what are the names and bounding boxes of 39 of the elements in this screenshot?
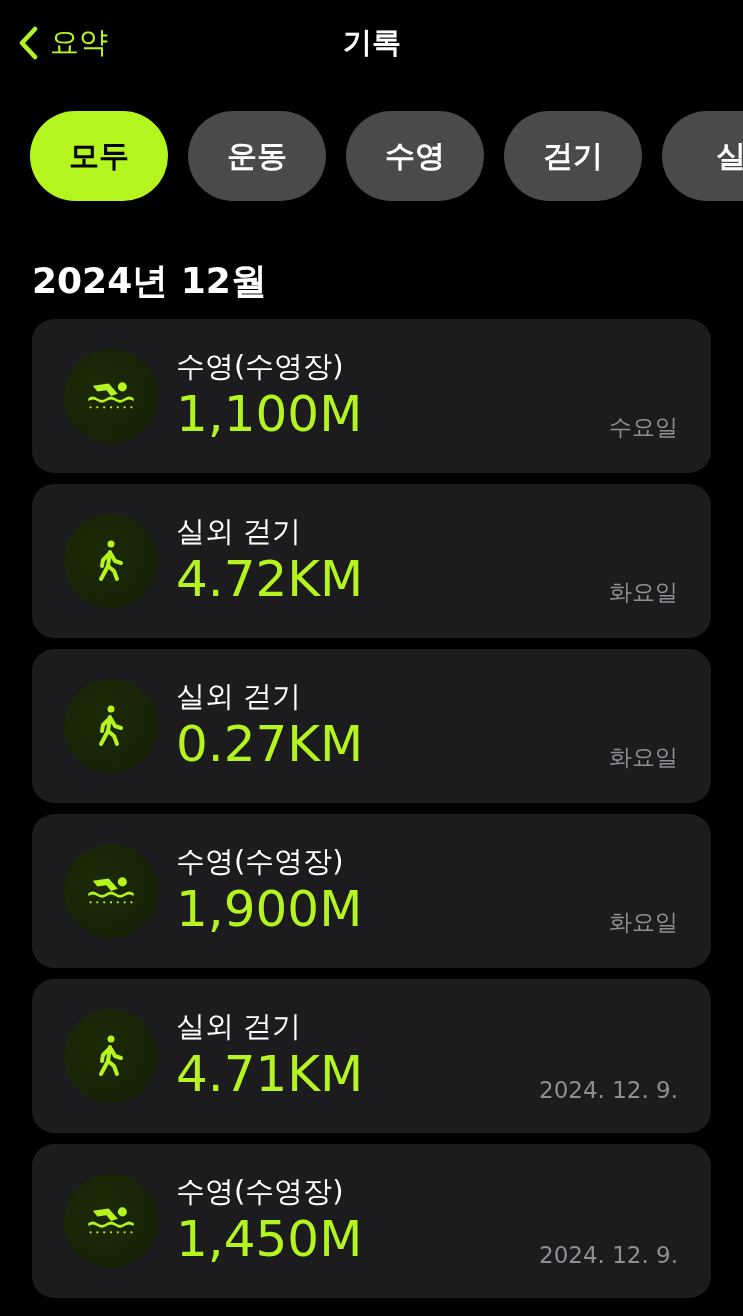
- workout-date: 화요일: [609, 908, 678, 937]
- workout-card[interactable]: 수영(수영장) 1,900M 화요일: [32, 814, 711, 968]
- filter-tab[interactable]: 운동: [188, 111, 326, 201]
- workout-distance: 0.27KM: [176, 714, 365, 774]
- screen-title: 기록: [342, 24, 401, 61]
- back-button[interactable]: 요약: [0, 23, 108, 63]
- swimmer-icon: [86, 876, 136, 906]
- filter-tab[interactable]: 걷기: [504, 111, 642, 201]
- workout-distance: 1,900M: [176, 879, 364, 939]
- workout-date: 2024. 12. 9.: [539, 1077, 678, 1103]
- workout-card[interactable]: 실외 걷기 0.27KM 화요일: [32, 649, 711, 803]
- walking-person-icon: [96, 704, 126, 748]
- walking-person-icon: [96, 539, 126, 583]
- workout-name: 수영(수영장): [176, 348, 345, 384]
- workout-date: 수요일: [609, 413, 678, 442]
- workout-distance: 1,450M: [176, 1209, 364, 1269]
- workout-name: 실외 걷기: [176, 513, 303, 549]
- swimmer-icon: [86, 381, 136, 411]
- filter-tab[interactable]: 실: [662, 111, 743, 201]
- workout-distance: 4.71KM: [176, 1044, 365, 1104]
- workout-date: 화요일: [609, 743, 678, 772]
- chevron-left-icon: [18, 26, 38, 60]
- workout-name: 수영(수영장): [176, 843, 345, 879]
- section-title: 2024년 12월: [31, 259, 268, 301]
- filter-tab[interactable]: 모두: [30, 111, 168, 201]
- workout-date: 화요일: [609, 578, 678, 607]
- swimmer-icon: [86, 1206, 136, 1236]
- workout-name: 실외 걷기: [176, 678, 303, 714]
- filter-tab[interactable]: 수영: [346, 111, 484, 201]
- workout-card[interactable]: 수영(수영장) 1,100M 수요일: [32, 319, 711, 473]
- workout-date: 2024. 12. 9.: [539, 1242, 678, 1268]
- workout-card[interactable]: 수영(수영장) 1,450M 2024. 12. 9.: [32, 1144, 711, 1298]
- workout-distance: 1,100M: [176, 384, 364, 444]
- workout-name: 수영(수영장): [176, 1173, 345, 1209]
- walking-person-icon: [96, 1034, 126, 1078]
- workout-distance: 4.72KM: [176, 549, 365, 609]
- workout-name: 실외 걷기: [176, 1008, 303, 1044]
- workout-card[interactable]: 실외 걷기 4.72KM 화요일: [32, 484, 711, 638]
- workout-card[interactable]: 실외 걷기 4.71KM 2024. 12. 9.: [32, 979, 711, 1133]
